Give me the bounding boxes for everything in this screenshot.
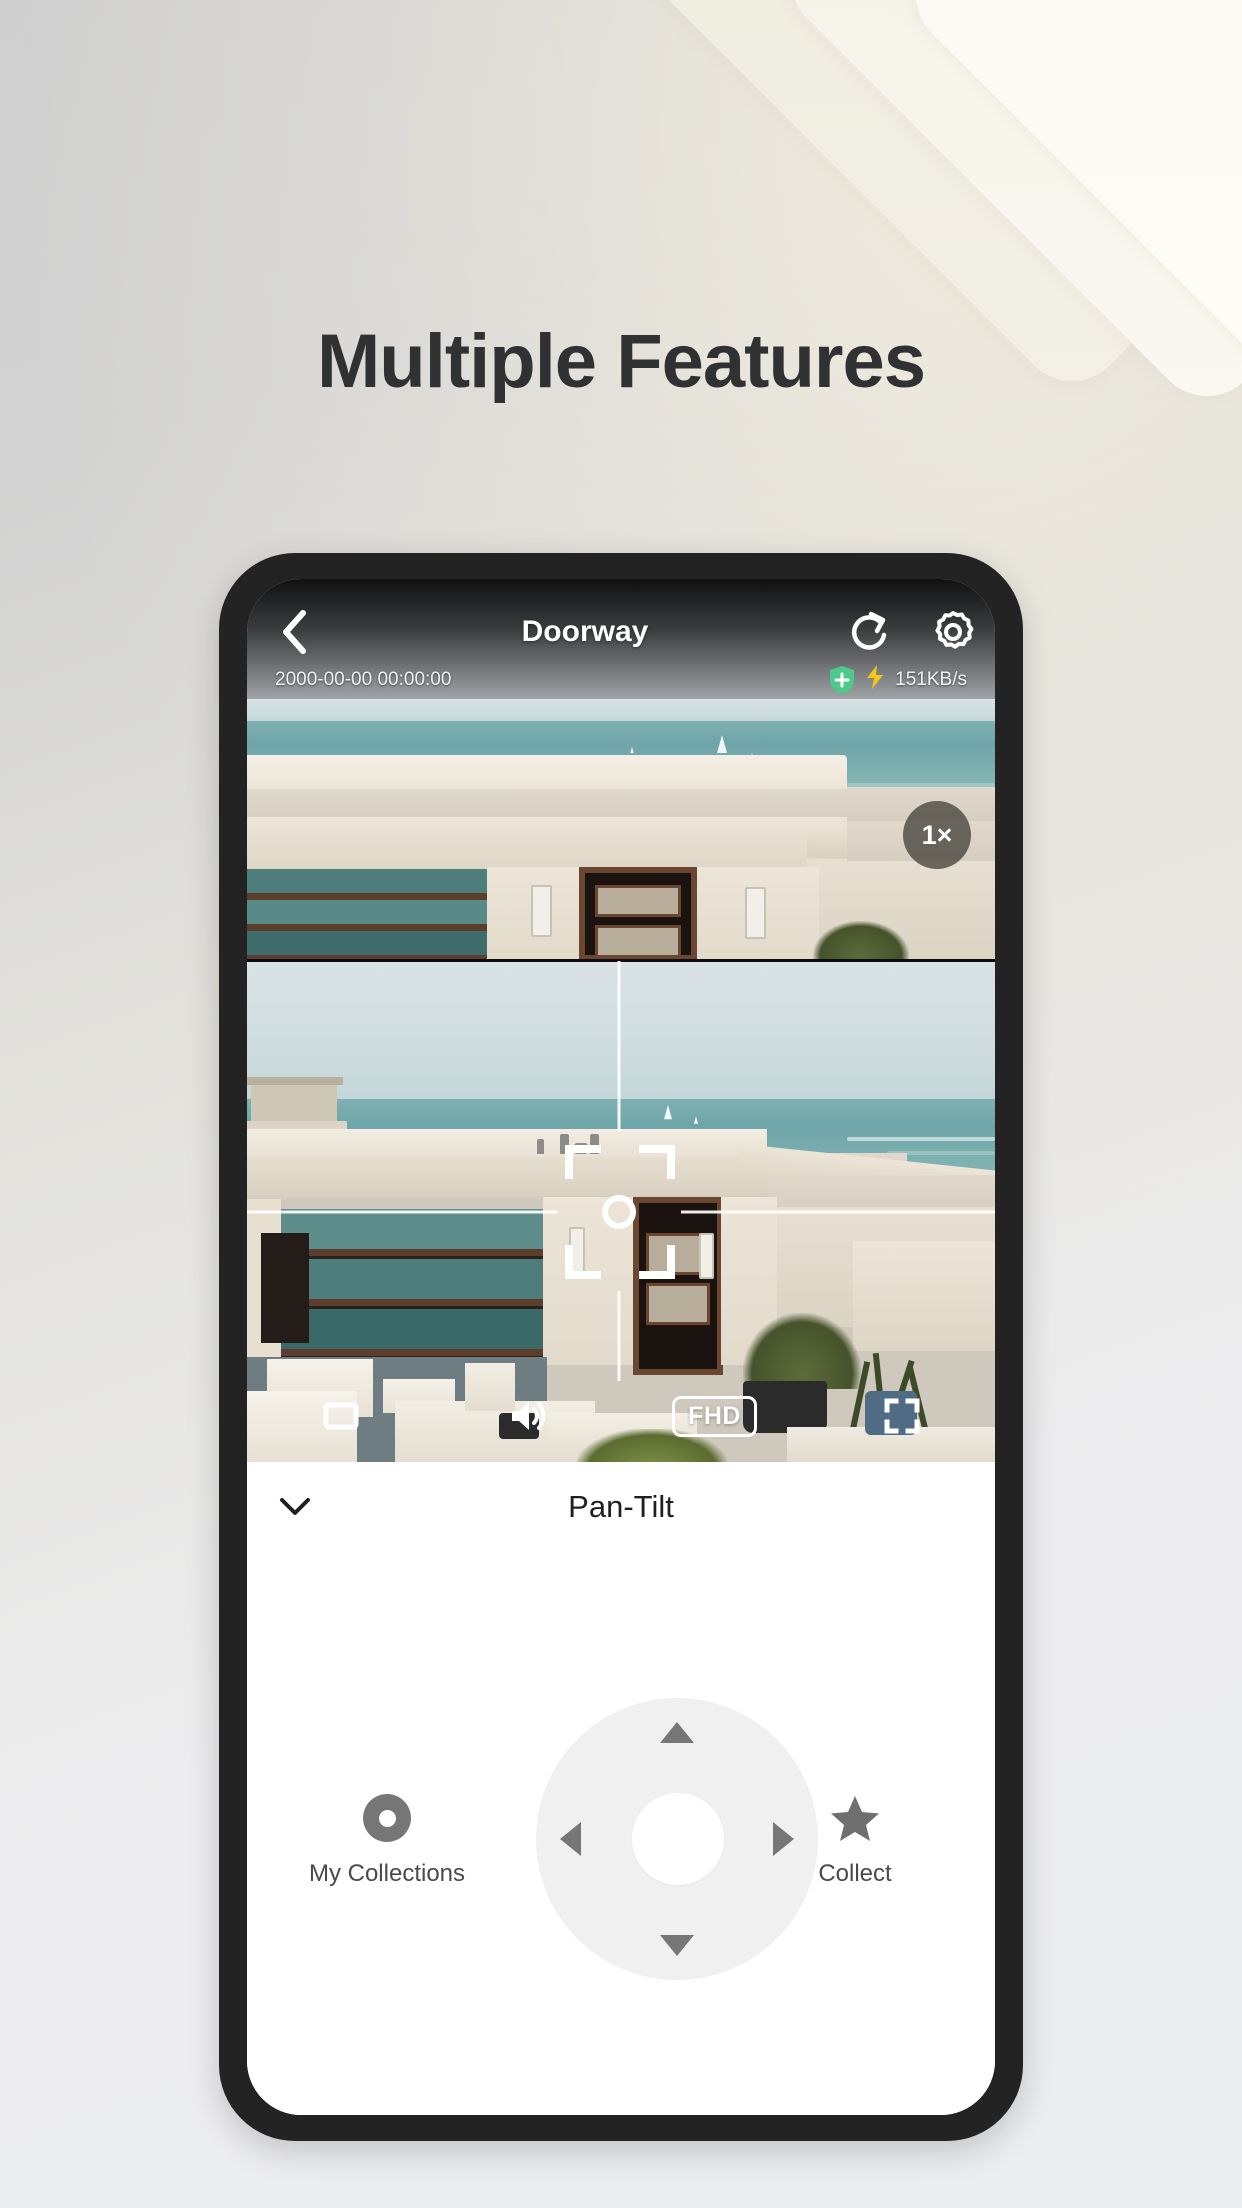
settings-button[interactable] [911, 609, 995, 655]
chevron-left-icon [283, 610, 306, 654]
fullscreen-button[interactable] [808, 1396, 995, 1436]
phone-mockup: 1× FHD Doorway 2000-00-00 00:00:00 151KB… [219, 553, 1023, 2141]
collect-label: Collect [818, 1860, 892, 1887]
app-header: Doorway 2000-00-00 00:00:00 151KB/s [247, 579, 995, 699]
collect-icon-wrap [755, 1790, 955, 1846]
stream-status-row: 2000-00-00 00:00:00 151KB/s [247, 663, 995, 697]
quality-button[interactable]: FHD [621, 1395, 808, 1437]
camera-feed-top [247, 699, 995, 961]
quality-badge-label: FHD [672, 1395, 757, 1437]
video-controls-bar: FHD [247, 1370, 995, 1462]
ring-target-icon [363, 1794, 411, 1842]
phone-screen-bezel: 1× FHD Doorway 2000-00-00 00:00:00 151KB… [247, 579, 995, 2115]
chevron-down-icon [280, 1498, 310, 1515]
share-icon [851, 611, 887, 650]
back-button[interactable] [247, 608, 343, 656]
share-button[interactable] [827, 610, 911, 654]
network-speed: 151KB/s [895, 669, 967, 690]
collapse-panel-button[interactable] [247, 1495, 343, 1519]
star-icon [831, 1796, 879, 1841]
pane-divider [247, 959, 995, 962]
audio-button[interactable] [434, 1396, 621, 1436]
shield-plus-icon [829, 665, 855, 695]
dpad-down-button[interactable] [660, 1935, 694, 1956]
app-screen: 1× FHD Doorway 2000-00-00 00:00:00 151KB… [247, 579, 995, 2115]
page-title: Multiple Features [317, 319, 926, 404]
my-collections-button[interactable]: My Collections [287, 1790, 487, 1888]
video-pane-top[interactable]: 1× [247, 699, 995, 961]
snapshot-button[interactable] [247, 1396, 434, 1436]
rectangle-icon [323, 1402, 358, 1430]
my-collections-icon-wrap [287, 1790, 487, 1846]
pan-tilt-title: Pan-Tilt [568, 1489, 674, 1524]
video-pane-bottom[interactable]: FHD [247, 961, 995, 1462]
dpad-left-button[interactable] [560, 1822, 581, 1856]
dpad-center-button[interactable] [632, 1793, 724, 1885]
fullscreen-icon [884, 1398, 919, 1434]
pan-tilt-panel: Pan-Tilt My Collections Collect [247, 1462, 995, 2115]
zoom-level-badge[interactable]: 1× [903, 801, 971, 869]
pan-tilt-header: Pan-Tilt [247, 1462, 995, 1552]
my-collections-label: My Collections [308, 1860, 466, 1887]
collect-button[interactable]: Collect [755, 1790, 955, 1888]
speaker-on-icon [511, 1402, 545, 1430]
stream-timestamp: 2000-00-00 00:00:00 [275, 669, 452, 690]
lightning-bolt-icon [864, 664, 886, 696]
dpad-up-button[interactable] [660, 1722, 694, 1743]
camera-title: Doorway [521, 615, 649, 648]
gear-icon [935, 611, 974, 649]
